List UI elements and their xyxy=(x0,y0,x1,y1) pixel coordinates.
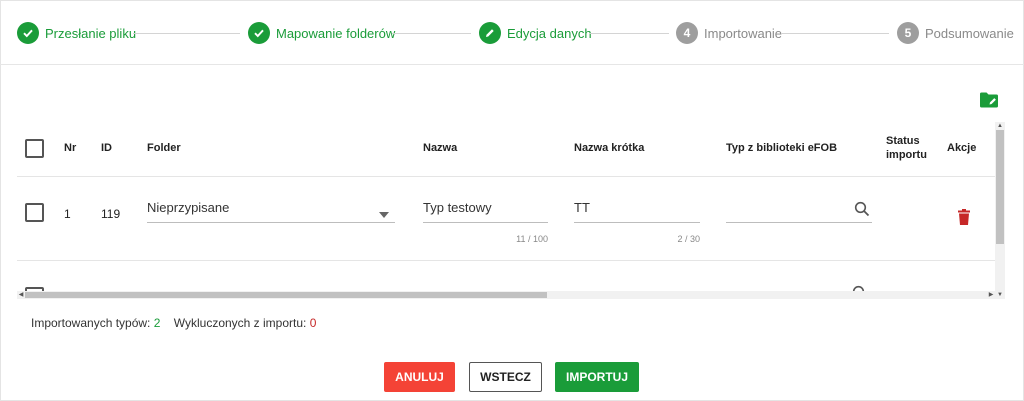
column-header-nr: Nr xyxy=(64,142,77,154)
row-select-checkbox[interactable] xyxy=(25,203,44,222)
step-connector xyxy=(133,33,240,34)
check-icon xyxy=(17,22,39,44)
search-icon[interactable] xyxy=(854,201,870,220)
imported-types-label: Importowanych typów: xyxy=(31,316,151,330)
check-icon xyxy=(248,22,270,44)
dropdown-arrow-icon xyxy=(379,206,389,221)
column-header-import-status: Status importu xyxy=(886,134,927,162)
trash-icon[interactable] xyxy=(958,209,970,230)
folder-select[interactable]: Nieprzypisane xyxy=(147,200,395,223)
efob-type-input[interactable] xyxy=(726,200,872,223)
column-header-efob-type: Typ z biblioteki eFOB xyxy=(726,142,838,154)
pencil-icon xyxy=(479,22,501,44)
status-header-line: importu xyxy=(886,149,927,161)
column-header-short-name: Nazwa krótka xyxy=(574,142,645,154)
scroll-down-arrow-icon[interactable]: ▼ xyxy=(995,291,1005,299)
row-divider xyxy=(17,260,995,261)
step-connector xyxy=(392,33,471,34)
step-number: 5 xyxy=(897,22,919,44)
step-label: Importowanie xyxy=(704,25,783,41)
back-button[interactable]: WSTECZ xyxy=(469,362,542,392)
step-label: Edycja danych xyxy=(507,25,592,41)
scroll-left-arrow-icon[interactable]: ◀ xyxy=(17,291,25,299)
horizontal-scrollbar[interactable]: ◀ ▶ xyxy=(17,291,995,299)
step-label: Przesłanie pliku xyxy=(45,25,137,41)
excluded-count: 0 xyxy=(309,316,317,330)
row-id: 119 xyxy=(101,207,121,221)
short-name-input-value: TT xyxy=(574,200,590,215)
status-header-line: Status xyxy=(886,135,920,147)
step-folder-mapping: Mapowanie folderów xyxy=(248,22,395,44)
step-number: 4 xyxy=(676,22,698,44)
short-name-char-counter: 2 / 30 xyxy=(677,234,700,244)
step-importing: 4 Importowanie xyxy=(676,22,782,44)
step-data-edit: Edycja danych xyxy=(479,22,592,44)
import-table: Nr ID Folder Nazwa Nazwa krótka Typ z bi… xyxy=(17,122,1005,299)
vertical-scroll-thumb[interactable] xyxy=(996,130,1004,244)
header-divider xyxy=(17,176,995,177)
folder-select-value: Nieprzypisane xyxy=(147,200,230,215)
cancel-button[interactable]: ANULUJ xyxy=(384,362,455,392)
horizontal-scroll-thumb[interactable] xyxy=(25,292,547,298)
name-char-counter: 11 / 100 xyxy=(516,234,548,244)
name-input-value: Typ testowy xyxy=(423,200,492,215)
column-header-actions: Akcje xyxy=(947,142,977,154)
folder-add-icon[interactable] xyxy=(979,91,999,109)
step-label: Podsumowanie xyxy=(925,25,1014,41)
select-all-checkbox[interactable] xyxy=(25,139,44,158)
column-header-name: Nazwa xyxy=(423,142,458,154)
step-label: Mapowanie folderów xyxy=(276,25,396,41)
import-stepper: Przesłanie pliku Mapowanie folderów Edyc… xyxy=(0,0,1024,65)
import-summary: Importowanych typów: 2 Wykluczonych z im… xyxy=(31,316,316,330)
column-header-folder: Folder xyxy=(147,142,181,154)
excluded-label: Wykluczonych z importu: xyxy=(173,316,307,330)
step-file-upload: Przesłanie pliku xyxy=(17,22,136,44)
import-button[interactable]: IMPORTUJ xyxy=(555,362,639,392)
row-nr: 1 xyxy=(64,207,71,221)
step-connector xyxy=(782,33,889,34)
column-header-id: ID xyxy=(101,142,112,154)
scroll-right-arrow-icon[interactable]: ▶ xyxy=(987,291,995,299)
step-connector xyxy=(589,33,669,34)
step-summary: 5 Podsumowanie xyxy=(897,22,1014,44)
imported-types-count: 2 xyxy=(153,316,161,330)
short-name-input[interactable]: TT xyxy=(574,200,700,223)
vertical-scrollbar[interactable]: ▲ ▼ xyxy=(995,122,1005,299)
name-input[interactable]: Typ testowy xyxy=(423,200,548,223)
scroll-up-arrow-icon[interactable]: ▲ xyxy=(995,122,1005,130)
